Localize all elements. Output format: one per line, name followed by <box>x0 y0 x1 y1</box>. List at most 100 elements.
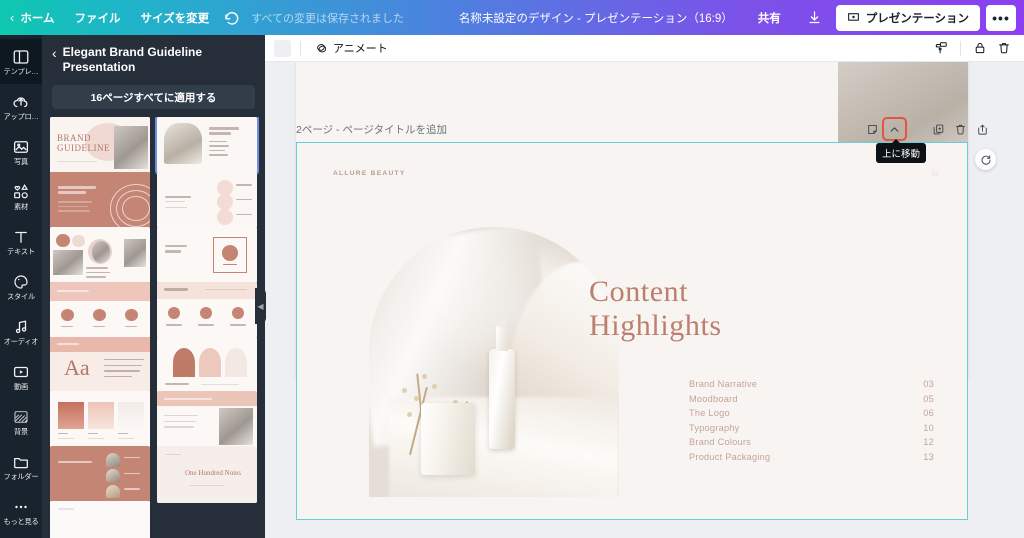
template-thumb-cover[interactable]: BRAND GUIDELINE <box>50 117 150 174</box>
export-up-icon <box>978 124 987 135</box>
panel-header: ‹ Elegant Brand Guideline Presentation <box>42 35 265 81</box>
toolbar-divider <box>300 40 301 56</box>
sidebar-label-elements: 素材 <box>14 202 28 211</box>
page-title-input[interactable]: 2ページ - ページタイトルを追加 <box>296 122 447 137</box>
present-button[interactable]: プレゼンテーション <box>835 4 980 31</box>
text-icon <box>15 231 27 243</box>
file-label: ファイル <box>74 12 121 25</box>
sidebar-item-video[interactable]: 動画 <box>0 354 42 399</box>
share-button[interactable]: 共有 <box>745 5 794 31</box>
template-thumb-sculpture[interactable] <box>155 117 259 176</box>
present-screen-icon <box>847 13 859 21</box>
sidebar-label-more: もっと見る <box>3 517 39 526</box>
sidebar-label-text: テキスト <box>7 247 35 256</box>
save-status: すべての変更は保存されました <box>251 12 404 25</box>
apply-all-pages-button[interactable]: 16ページすべてに適用する <box>52 85 255 109</box>
toc-page: 13 <box>923 451 934 462</box>
regenerate-button[interactable] <box>975 149 996 170</box>
design-title[interactable]: 名称未設定のデザイン - プレゼンテーション（16:9） <box>459 10 733 26</box>
page-tools-group: 上に移動 <box>862 117 993 163</box>
sidebar-item-text[interactable]: テキスト <box>0 219 42 264</box>
sidebar-label-templates: テンプレ… <box>3 67 39 76</box>
template-thumb-monogram[interactable] <box>157 226 257 283</box>
template-thumb-moodboard[interactable] <box>50 226 150 283</box>
folder-icon <box>14 457 28 468</box>
arch-photo-frame <box>369 227 619 497</box>
lock-button[interactable] <box>969 37 991 59</box>
sidebar-item-elements[interactable]: 素材 <box>0 174 42 219</box>
sidebar-label-audio: オーディオ <box>3 337 39 346</box>
sidebar-item-more[interactable]: もっと見る <box>0 489 42 534</box>
toc-item: Moodboard 05 <box>689 392 934 407</box>
template-thumb-lets-chat[interactable] <box>50 171 150 229</box>
sidebar-label-video: 動画 <box>14 382 28 391</box>
panel-back-button[interactable]: ‹ <box>52 45 57 60</box>
undo-button[interactable] <box>219 6 245 30</box>
template-thumb-product-packaging[interactable] <box>157 391 257 448</box>
move-up-tooltip: 上に移動 <box>876 139 927 163</box>
resize-button[interactable]: サイズを変更 <box>131 6 220 30</box>
template-thumb-typography[interactable]: Aa <box>50 336 150 393</box>
undo-icon <box>225 11 239 25</box>
file-menu-button[interactable]: ファイル <box>65 6 131 30</box>
color-swatch-button[interactable] <box>274 39 291 57</box>
template-thumb-thank-you[interactable]: One Hundred Notes <box>157 446 257 503</box>
copy-style-button[interactable] <box>930 37 952 59</box>
toc-page: 05 <box>923 393 934 404</box>
trash-icon <box>999 43 1009 54</box>
panel-collapse-handle[interactable]: ◀ <box>255 288 266 324</box>
slide-hero-image[interactable] <box>369 227 619 497</box>
delete-page-button[interactable] <box>950 119 971 139</box>
table-of-contents[interactable]: Brand Narrative 03 Moodboard 05 The Logo… <box>689 377 934 464</box>
sidebar-item-styles[interactable]: スタイル <box>0 264 42 309</box>
toc-label: Brand Narrative <box>689 379 758 389</box>
current-slide[interactable]: ALLURE BEAUTY 02 Content Highlights Bran… <box>296 142 968 520</box>
chevron-left-icon: ◀ <box>257 301 264 311</box>
panel-title: Elegant Brand Guideline Presentation <box>62 45 203 74</box>
sidebar-item-templates[interactable]: テンプレ… <box>0 39 42 84</box>
template-thumb-brand-values[interactable] <box>157 171 257 229</box>
editor-toolbar: アニメート <box>265 35 1024 62</box>
template-thumb-closing[interactable] <box>50 501 150 538</box>
notes-button[interactable] <box>862 119 883 139</box>
top-bar-right-group: 名称未設定のデザイン - プレゼンテーション（16:9） 共有 プレゼンテーショ… <box>459 4 1024 31</box>
move-down-button[interactable] <box>906 119 927 139</box>
sidebar-item-folder[interactable]: フォルダー <box>0 444 42 489</box>
sidebar-item-photos[interactable]: 写真 <box>0 129 42 174</box>
move-up-button[interactable] <box>882 117 907 141</box>
duplicate-page-button[interactable] <box>928 119 949 139</box>
background-icon <box>14 411 28 423</box>
toc-item: Typography 10 <box>689 421 934 436</box>
sidebar-item-audio[interactable]: オーディオ <box>0 309 42 354</box>
animate-button[interactable]: アニメート <box>310 37 393 59</box>
video-icon <box>13 366 29 377</box>
top-app-bar: ‹ ホーム ファイル サイズを変更 すべての変更は保存されました 名称未設定のデ… <box>0 0 1024 35</box>
toc-label: Brand Colours <box>689 437 751 447</box>
duplicate-icon <box>933 124 944 134</box>
download-icon <box>809 11 820 24</box>
sidebar-item-uploads[interactable]: アップロ… <box>0 84 42 129</box>
template-thumb-colour-swatches[interactable] <box>50 391 150 448</box>
chevron-left-icon: ‹ <box>10 10 15 25</box>
toc-item: Product Packaging 13 <box>689 450 934 465</box>
toc-page: 06 <box>923 408 934 418</box>
template-thumb-logo-variations[interactable] <box>50 281 150 338</box>
chevron-down-icon <box>912 126 921 132</box>
sidebar-label-photos: 写真 <box>14 157 28 166</box>
sidebar-item-background[interactable]: 背景 <box>0 399 42 444</box>
more-options-button[interactable]: ••• <box>986 4 1016 31</box>
delete-button[interactable] <box>993 37 1015 59</box>
template-thumb-meet-the-team[interactable] <box>50 446 150 503</box>
expand-page-button[interactable] <box>972 119 993 139</box>
slide-title[interactable]: Content Highlights <box>589 275 722 343</box>
more-dots-icon <box>15 505 27 508</box>
template-thumb-project-use[interactable] <box>157 281 257 338</box>
paint-roller-icon <box>935 42 947 54</box>
home-button[interactable]: ‹ ホーム <box>0 6 65 30</box>
toc-label: The Logo <box>689 408 730 418</box>
toc-label: Product Packaging <box>689 451 771 462</box>
sidebar-label-uploads: アップロ… <box>3 112 39 121</box>
download-button[interactable] <box>800 5 830 31</box>
canva-editor-window: ‹ ホーム ファイル サイズを変更 すべての変更は保存されました 名称未設定のデ… <box>0 0 1024 538</box>
template-thumb-brand-colours-arches[interactable] <box>157 336 257 393</box>
